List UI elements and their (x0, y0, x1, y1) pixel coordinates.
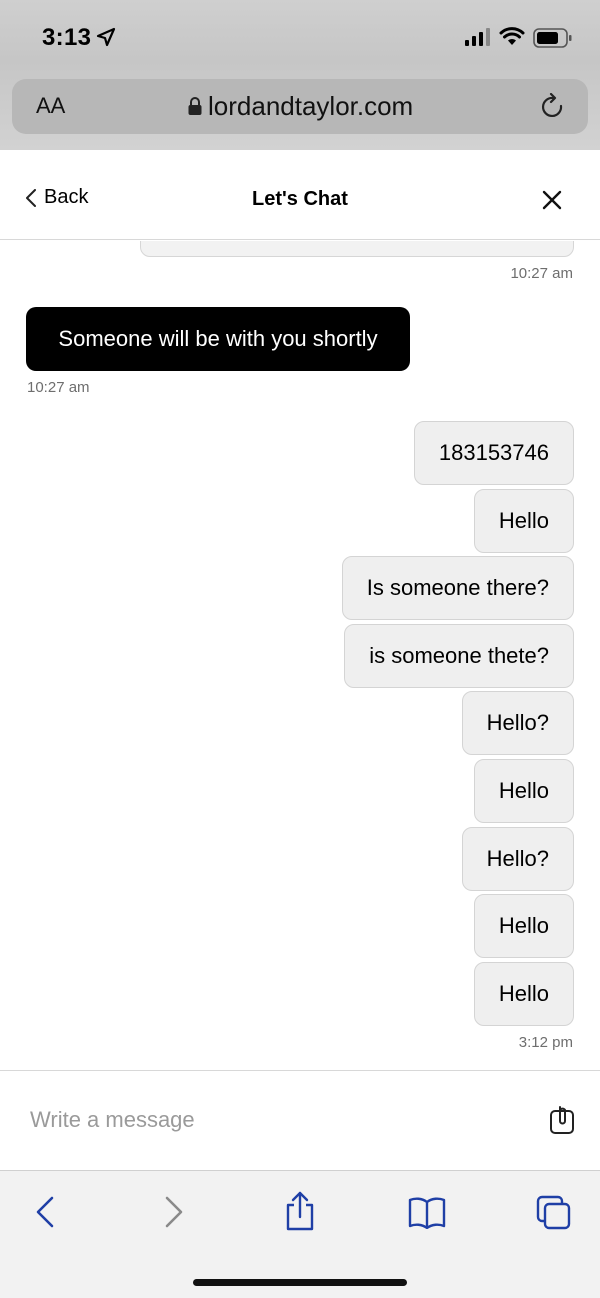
bookmarks-icon[interactable] (408, 1195, 446, 1229)
chat-messages[interactable]: 10:27 am Someone will be with you shortl… (0, 241, 600, 1069)
message-input[interactable] (30, 1107, 510, 1133)
compose-bar (0, 1070, 600, 1170)
agent-message: Someone will be with you shortly (26, 307, 410, 371)
address-bar[interactable]: AA lordandtaylor.com (12, 79, 588, 134)
back-icon[interactable] (34, 1195, 56, 1229)
text-size-button[interactable]: AA (36, 93, 65, 119)
message-timestamp: 3:12 pm (518, 1034, 573, 1051)
user-message: Hello? (461, 827, 574, 891)
user-message: Hello (473, 894, 574, 958)
previous-message-bubble (140, 241, 574, 257)
message-timestamp: 10:27 am (27, 379, 90, 396)
home-indicator (193, 1279, 407, 1286)
user-message: Hello (473, 759, 574, 823)
tabs-icon[interactable] (536, 1195, 572, 1231)
attach-icon[interactable] (548, 1104, 576, 1136)
chat-title: Let's Chat (252, 188, 348, 210)
safari-bottom-toolbar (0, 1170, 600, 1298)
message-timestamp: 10:27 am (510, 265, 573, 282)
user-message: Hello (473, 962, 574, 1026)
user-message: Is someone there? (341, 556, 574, 620)
chat-header: Back Let's Chat (0, 150, 600, 240)
close-icon[interactable] (541, 189, 563, 211)
share-icon[interactable] (284, 1191, 316, 1231)
status-time: 3:13 (42, 24, 92, 51)
location-arrow-icon (96, 27, 116, 47)
signal-icon (465, 28, 490, 46)
wifi-icon (499, 27, 525, 45)
reload-icon[interactable] (540, 93, 566, 121)
user-message: Hello (473, 489, 574, 553)
user-message: 183153746 (413, 421, 574, 485)
safari-top-chrome: 3:13 AA lordandtaylor.com (0, 0, 600, 150)
battery-icon (533, 28, 572, 48)
user-message: is someone thete? (344, 624, 574, 688)
user-message: Hello? (461, 691, 574, 755)
lock-icon (188, 97, 202, 115)
forward-icon[interactable] (163, 1195, 185, 1229)
url-text[interactable]: lordandtaylor.com (208, 91, 413, 122)
